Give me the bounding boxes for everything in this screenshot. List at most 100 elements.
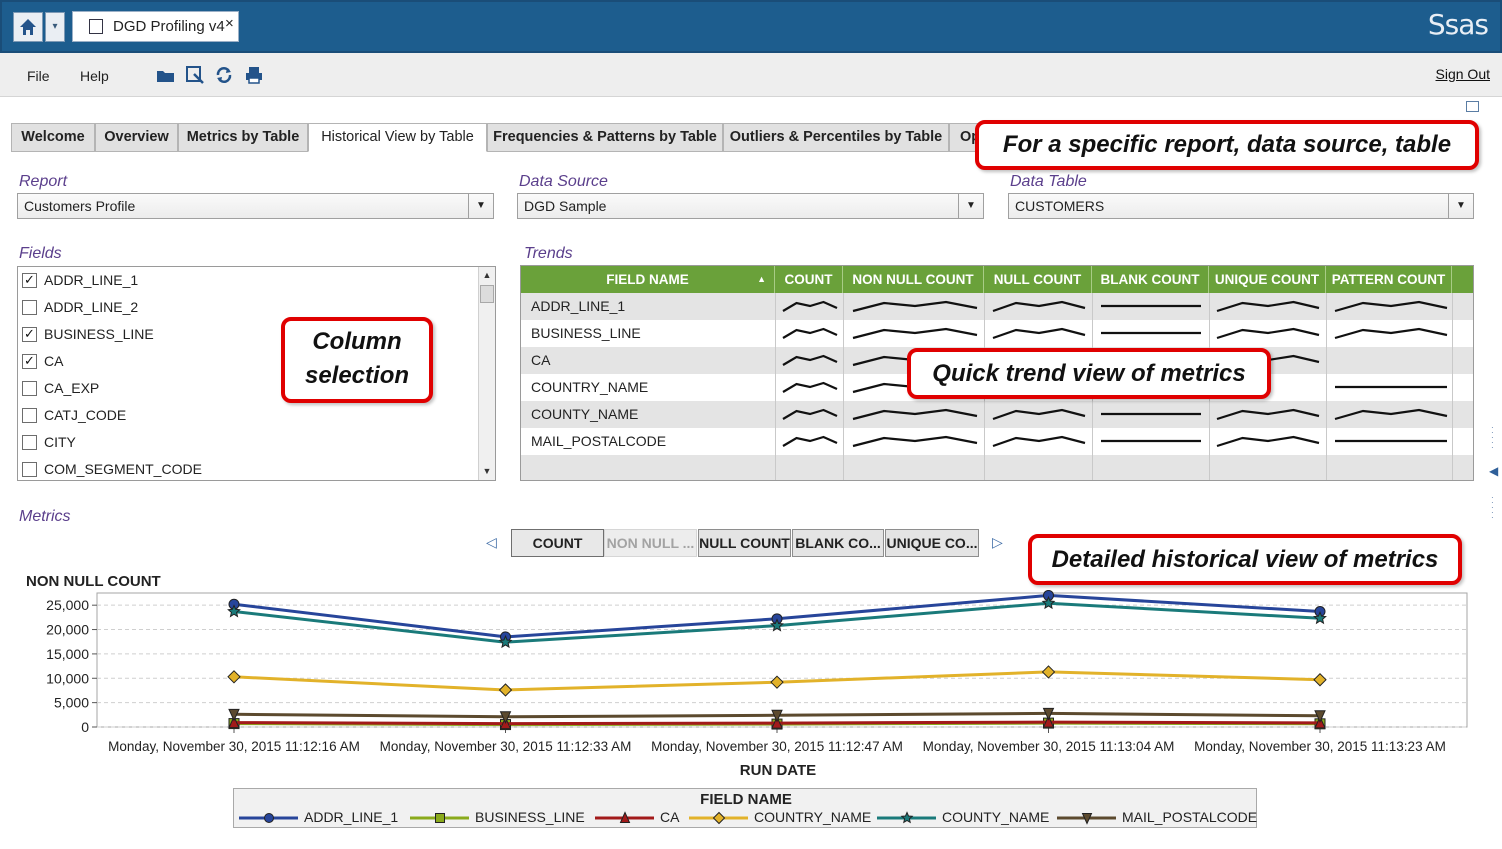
data-source-value: DGD Sample [524,198,607,214]
scroll-thumb[interactable] [480,285,494,303]
metric-button-count[interactable]: COUNT [511,529,604,557]
collapse-panel-icon[interactable]: ◀ [1489,464,1498,478]
data-point[interactable] [712,812,726,825]
legend-item[interactable]: BUSINESS_LINE [409,809,585,826]
data-source-select[interactable]: DGD Sample ▼ [517,193,984,219]
scroll-down-icon[interactable]: ▼ [479,463,495,479]
metric-button-non-null-count[interactable]: NON NULL ... [604,529,697,557]
field-label: CA [44,353,64,369]
legend-item[interactable]: MAIL_POSTALCODE [1056,809,1257,826]
sas-logo: Ssas [1427,8,1489,41]
field-checkbox[interactable] [22,408,37,423]
field-checkbox[interactable]: ✓ [22,354,37,369]
panel-resize-handle[interactable]: · · · · · [1491,424,1495,452]
data-point[interactable] [264,813,274,824]
legend-item[interactable]: COUNTRY_NAME [688,809,871,826]
legend-item[interactable]: CA [594,809,679,826]
refresh-icon[interactable] [214,65,234,85]
field-checkbox[interactable] [22,300,37,315]
legend-title: FIELD NAME [700,791,792,808]
field-checkbox[interactable]: ✓ [22,327,37,342]
field-label: CA_EXP [44,380,100,396]
tab-frequencies-patterns[interactable]: Frequencies & Patterns by Table [487,123,723,152]
sparkline [1334,327,1448,340]
data-table-label: Data Table [1010,173,1087,190]
report-label: Report [19,173,68,190]
field-label: CATJ_CODE [44,407,127,423]
legend-item[interactable]: ADDR_LINE_1 [238,809,398,826]
document-tab[interactable]: DGD Profiling v4 × [72,11,239,42]
report-select[interactable]: Customers Profile ▼ [17,193,494,219]
legend-label: BUSINESS_LINE [475,809,585,825]
sparkline [1334,300,1448,313]
annotation-column-selection-line2: selection [304,362,410,389]
chevron-down-icon[interactable]: ▼ [958,194,983,218]
sparkline [992,300,1086,313]
home-dropdown-button[interactable]: ▾ [45,12,65,42]
x-tick-label: Monday, November 30, 2015 11:12:33 AM [380,739,632,754]
field-checkbox[interactable] [22,381,37,396]
close-tab-icon[interactable]: × [225,9,234,38]
next-metric-icon[interactable]: ▷ [992,534,1003,551]
metric-button-null-count[interactable]: NULL COUNT [698,529,791,557]
chart-title: NON NULL COUNT [26,573,161,590]
print-icon[interactable] [244,65,264,85]
sparkline [852,300,978,313]
chevron-down-icon[interactable]: ▼ [1448,194,1473,218]
field-checkbox[interactable] [22,462,37,477]
y-tick-label: 5,000 [54,695,89,711]
home-button[interactable] [13,12,43,42]
tab-historical-view-by-table[interactable]: Historical View by Table [308,123,487,152]
legend-swatch [239,813,298,824]
y-tick-label: 20,000 [46,622,89,638]
legend-label: CA [660,809,680,825]
export-icon[interactable] [185,65,205,85]
y-tick-label: 0 [81,719,89,735]
scroll-up-icon[interactable]: ▲ [479,267,495,283]
sparkline [1216,408,1320,421]
sparkline [852,435,978,448]
help-menu[interactable]: Help [80,68,109,84]
metric-button-unique-count[interactable]: UNIQUE CO... [885,529,979,557]
metric-button-blank-count[interactable]: BLANK CO... [792,529,884,557]
annotation-detailed-history: Detailed historical view of metrics [1028,534,1462,585]
data-point[interactable] [435,813,445,824]
fields-scrollbar[interactable]: ▲ ▼ [478,267,495,480]
y-tick-label: 15,000 [46,646,89,662]
sparkline [992,408,1086,421]
data-source-label: Data Source [519,173,608,190]
legend-label: ADDR_LINE_1 [304,809,399,825]
field-checkbox[interactable]: ✓ [22,273,37,288]
sparkline [782,300,838,312]
sparkline [782,381,838,393]
sign-out-link[interactable]: Sign Out [1436,66,1490,82]
chevron-down-icon[interactable]: ▼ [468,194,493,218]
metrics-label: Metrics [19,508,71,525]
tab-welcome[interactable]: Welcome [11,123,95,152]
sparkline [782,327,838,339]
file-menu[interactable]: File [27,68,50,84]
panel-resize-handle[interactable]: · · · · · [1491,494,1495,522]
line-chart: 0 5,000 10,000 15,000 20,000 25,000 Monday, No… [46,590,1468,779]
document-tab-title: DGD Profiling v4 [113,18,225,35]
sparkline [1216,300,1320,313]
open-folder-icon[interactable] [156,66,176,84]
field-checkbox[interactable] [22,435,37,450]
y-tick-label: 10,000 [46,670,89,686]
tab-metrics-by-table[interactable]: Metrics by Table [178,123,308,152]
legend-swatch [410,813,469,824]
annotation-quick-trend: Quick trend view of metrics [907,348,1271,399]
previous-metric-icon[interactable]: ◁ [486,534,497,551]
sparkline [1216,435,1320,448]
data-table-select[interactable]: CUSTOMERS ▼ [1008,193,1474,219]
tab-outliers-percentiles[interactable]: Outliers & Percentiles by Table [723,123,949,152]
tab-overview[interactable]: Overview [95,123,178,152]
data-point[interactable] [900,811,914,824]
legend-swatch [689,812,748,825]
x-axis-label: RUN DATE [740,762,816,779]
x-tick-label: Monday, November 30, 2015 11:13:04 AM [923,739,1175,754]
restore-window-icon[interactable] [1466,101,1479,112]
legend-swatch [1057,813,1116,826]
legend-item[interactable]: COUNTY_NAME [876,809,1049,826]
sparkline [992,435,1086,448]
